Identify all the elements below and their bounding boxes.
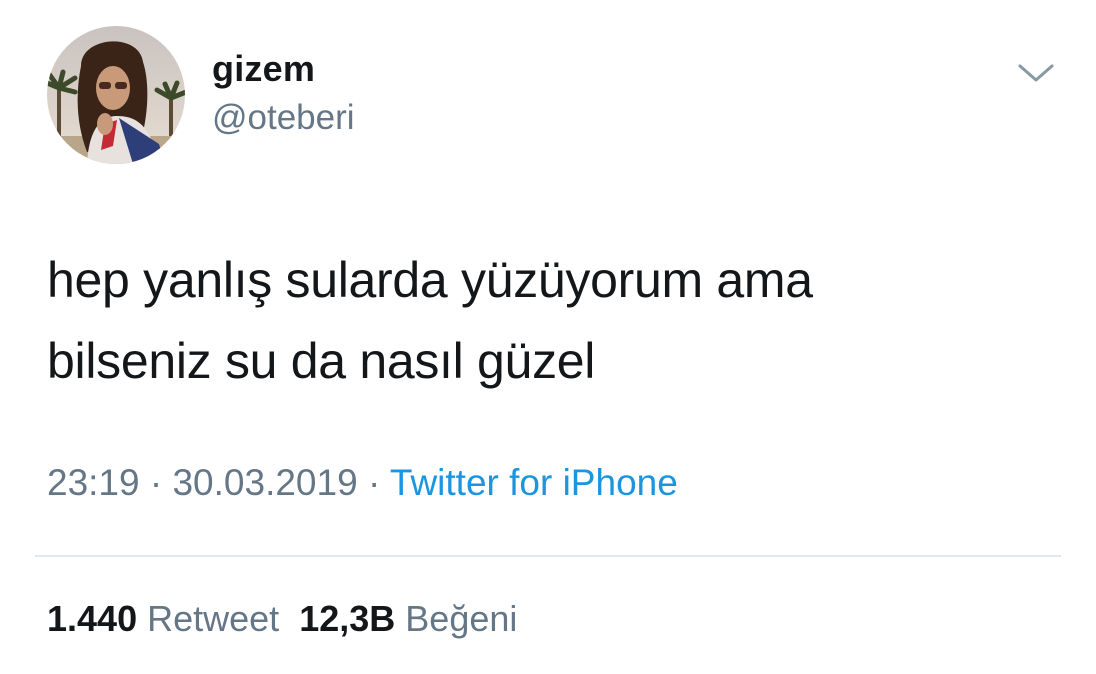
likes-count: 12,3B	[299, 598, 396, 639]
tweet-stats: 1.440 Retweet 12,3B Beğeni	[47, 598, 517, 640]
retweets-count: 1.440	[47, 598, 138, 639]
tweet-text: hep yanlış sularda yüzüyorum ama bilseni…	[47, 240, 1047, 402]
avatar-photo	[47, 26, 185, 164]
retweets-stat[interactable]: 1.440 Retweet	[47, 598, 279, 639]
tweet-card: gizem @oteberi hep yanlış sularda yüzüyo…	[0, 0, 1096, 674]
tweet-time[interactable]: 23:19	[47, 462, 140, 503]
likes-label: Beğeni	[405, 598, 518, 639]
tweet-date[interactable]: 30.03.2019	[172, 462, 357, 503]
tweet-text-line: hep yanlış sularda yüzüyorum ama	[47, 252, 813, 308]
meta-separator: ·	[139, 462, 173, 503]
tweet-meta: 23:19 · 30.03.2019 · Twitter for iPhone	[47, 462, 678, 504]
divider	[35, 555, 1061, 557]
avatar[interactable]	[47, 26, 185, 164]
likes-stat[interactable]: 12,3B Beğeni	[299, 598, 517, 639]
display-name[interactable]: gizem	[212, 48, 315, 90]
meta-separator: ·	[357, 462, 390, 503]
tweet-text-line: bilseniz su da nasıl güzel	[47, 333, 596, 389]
tweet-source-link[interactable]: Twitter for iPhone	[390, 462, 678, 503]
username-handle[interactable]: @oteberi	[212, 98, 355, 138]
retweets-label: Retweet	[147, 598, 280, 639]
chevron-down-icon[interactable]	[1014, 58, 1058, 88]
